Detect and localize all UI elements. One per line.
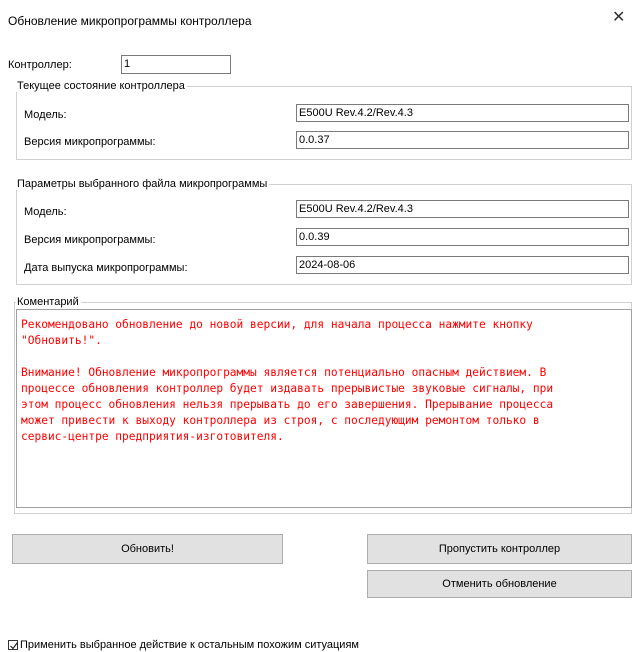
current-model-label: Модель: [24, 109, 67, 121]
file-model-field: E500U Rev.4.2/Rev.4.3 [296, 200, 629, 218]
apply-all-label: Применить выбранное действие к остальным… [20, 639, 359, 651]
current-state-legend: Текущее состояние контроллера [16, 80, 187, 92]
apply-all-checkbox[interactable] [8, 640, 18, 650]
file-version-label: Версия микропрограммы: [24, 234, 156, 246]
file-date-label: Дата выпуска микропрограммы: [24, 262, 188, 274]
file-model-label: Модель: [24, 206, 67, 218]
comment-legend: Коментарий [16, 296, 81, 308]
current-version-label: Версия микропрограммы: [24, 136, 156, 148]
controller-label: Контроллер: [8, 59, 72, 71]
selected-file-legend: Параметры выбранного файла микропрограмм… [16, 178, 270, 190]
skip-controller-button[interactable]: Пропустить контроллер [367, 534, 632, 564]
comment-textbox[interactable]: Рекомендовано обновление до новой версии… [16, 309, 632, 508]
checkmark-icon [10, 642, 18, 650]
comment-text: Рекомендовано обновление до новой версии… [21, 318, 554, 443]
update-button[interactable]: Обновить! [12, 534, 283, 564]
file-version-field: 0.0.39 [296, 228, 629, 246]
close-icon[interactable]: ✕ [612, 8, 632, 28]
current-model-field: E500U Rev.4.2/Rev.4.3 [296, 104, 629, 122]
controller-field[interactable]: 1 [121, 55, 231, 74]
current-version-field: 0.0.37 [296, 131, 629, 149]
window-title: Обновление микропрограммы контроллера [8, 14, 252, 28]
file-date-field: 2024-08-06 [296, 256, 629, 274]
cancel-update-button[interactable]: Отменить обновление [367, 570, 632, 598]
